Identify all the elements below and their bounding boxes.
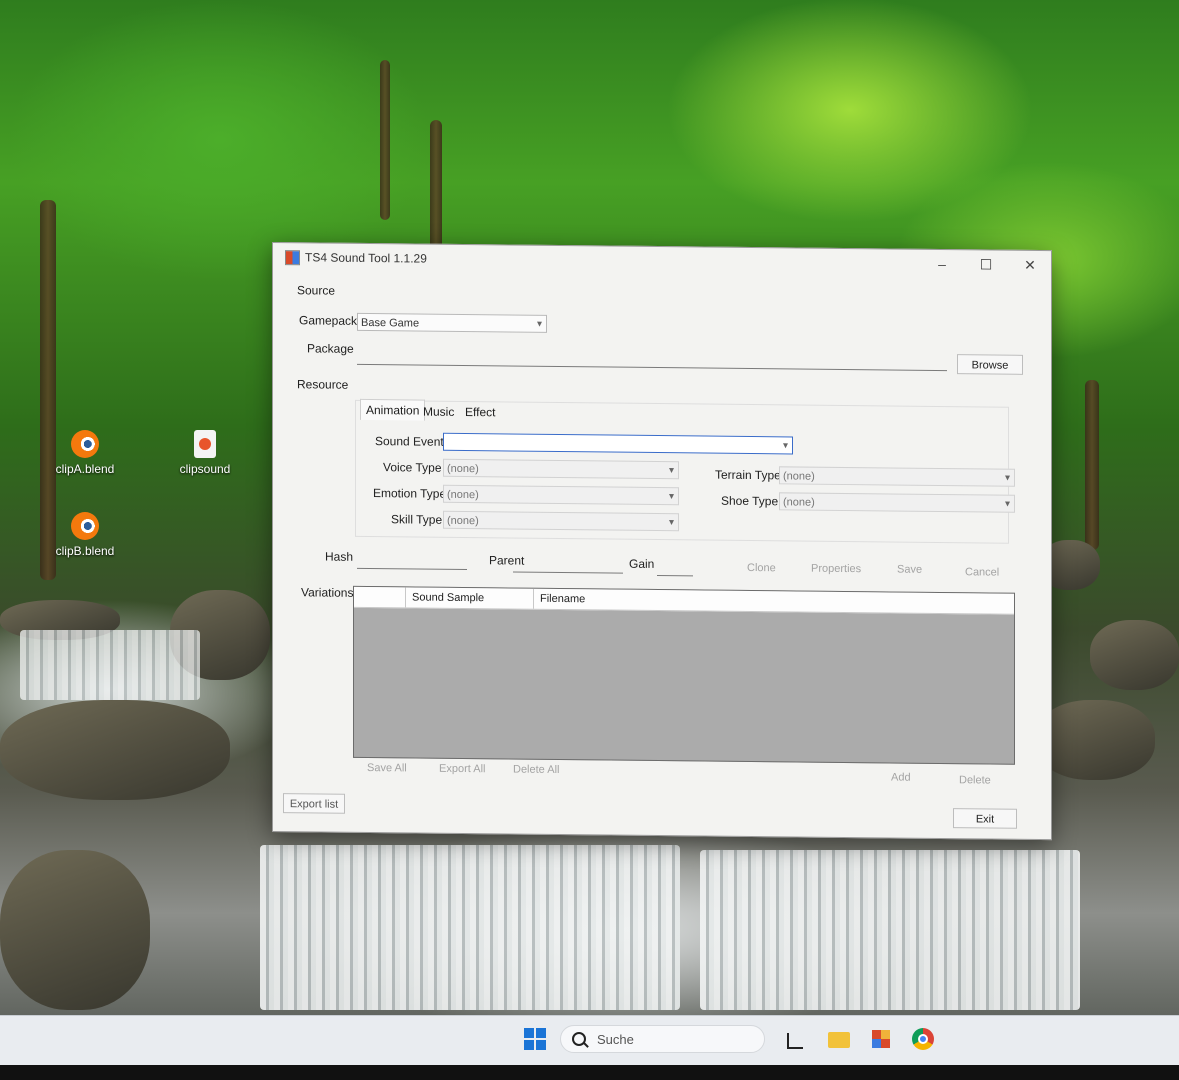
voice-type-label: Voice Type	[383, 460, 442, 475]
emotion-type-label: Emotion Type	[373, 486, 447, 501]
tree-trunk	[380, 60, 390, 220]
package-input[interactable]	[357, 347, 947, 372]
close-button[interactable]: ✕	[1017, 255, 1043, 275]
terrain-type-value: (none)	[783, 470, 815, 483]
exit-button[interactable]: Exit	[953, 808, 1017, 829]
maximize-button[interactable]: ☐	[973, 254, 999, 274]
variations-label: Variations	[301, 585, 354, 600]
monitor-bezel-bottom	[0, 1065, 1179, 1080]
clone-button[interactable]: Clone	[747, 562, 776, 574]
waterfall	[20, 630, 200, 700]
column-header-sound-sample[interactable]: Sound Sample	[406, 587, 534, 609]
emotion-type-select[interactable]: (none) ▾	[443, 484, 679, 506]
export-all-button[interactable]: Export All	[439, 763, 485, 775]
search-icon	[572, 1032, 586, 1046]
desktop-icon-clipa[interactable]: clipA.blend	[45, 430, 125, 476]
source-heading: Source	[297, 283, 336, 298]
properties-button[interactable]: Properties	[811, 563, 861, 576]
windows-start-icon[interactable]	[524, 1028, 546, 1050]
add-variation-button[interactable]: Add	[891, 771, 911, 783]
hash-label: Hash	[325, 549, 354, 564]
save-button[interactable]: Save	[897, 564, 922, 576]
ts4-sound-tool-icon[interactable]	[870, 1028, 892, 1050]
waterfall	[700, 850, 1080, 1010]
audio-file-icon	[194, 430, 216, 458]
delete-variation-button[interactable]: Delete	[959, 774, 991, 786]
column-header-select[interactable]	[354, 586, 406, 608]
desktop-icon-label: clipB.blend	[55, 544, 115, 558]
title-bar[interactable]: TS4 Sound Tool 1.1.29 – ☐ ✕	[273, 243, 1051, 279]
emotion-type-value: (none)	[447, 488, 479, 502]
tree-trunk	[430, 120, 442, 250]
chevron-down-icon: ▾	[1004, 498, 1010, 510]
blender-icon	[71, 430, 99, 458]
tab-music[interactable]: Music	[418, 402, 459, 422]
app-icon	[285, 250, 300, 266]
column-header-filename[interactable]: Filename	[534, 589, 1014, 614]
package-label: Package	[307, 341, 354, 356]
sound-event-label: Sound Event	[375, 434, 444, 449]
shoe-type-select[interactable]: (none) ▾	[779, 492, 1015, 513]
ts4-sound-tool-window: TS4 Sound Tool 1.1.29 – ☐ ✕ Source Gamep…	[272, 242, 1052, 841]
minimize-button[interactable]: –	[929, 254, 955, 274]
file-explorer-icon[interactable]	[828, 1028, 850, 1050]
export-list-button[interactable]: Export list	[283, 793, 345, 814]
desktop-icon-label: clipsound	[179, 462, 231, 476]
terrain-type-select[interactable]: (none) ▾	[779, 466, 1015, 487]
hash-input[interactable]	[357, 551, 467, 571]
desktop-icon-clipsound[interactable]: clipsound	[165, 430, 245, 476]
task-view-icon[interactable]	[784, 1028, 806, 1050]
skill-type-select[interactable]: (none) ▾	[443, 510, 679, 532]
rock	[1090, 620, 1179, 690]
tree-trunk	[1085, 380, 1099, 550]
voice-type-value: (none)	[447, 462, 479, 476]
desktop-icon-label: clipA.blend	[55, 462, 115, 476]
chrome-icon[interactable]	[912, 1028, 934, 1050]
chevron-down-icon: ▾	[1004, 472, 1010, 484]
rock	[0, 850, 150, 1010]
save-all-button[interactable]: Save All	[367, 762, 407, 774]
gamepack-value: Base Game	[361, 316, 420, 330]
delete-all-button[interactable]: Delete All	[513, 764, 559, 776]
rock	[0, 700, 230, 800]
desktop-icon-clipb[interactable]: clipB.blend	[45, 512, 125, 558]
taskbar: Suche	[0, 1015, 1179, 1066]
tab-effect[interactable]: Effect	[460, 402, 500, 422]
gain-label: Gain	[629, 556, 655, 572]
skill-type-label: Skill Type	[391, 512, 443, 527]
waterfall	[260, 845, 680, 1010]
resource-heading: Resource	[297, 377, 349, 392]
tab-animation[interactable]: Animation	[360, 398, 426, 421]
browse-button[interactable]: Browse	[957, 354, 1023, 375]
gamepack-label: Gamepack	[299, 313, 358, 328]
cancel-button[interactable]: Cancel	[965, 566, 999, 578]
chevron-down-icon: ▾	[668, 517, 674, 529]
terrain-type-label: Terrain Type	[715, 467, 781, 483]
variations-grid[interactable]: Sound Sample Filename	[353, 585, 1015, 765]
chevron-down-icon: ▾	[668, 491, 674, 503]
chevron-down-icon: ▾	[782, 440, 788, 452]
gamepack-select[interactable]: Base Game ▾	[357, 312, 547, 333]
taskbar-search[interactable]: Suche	[560, 1025, 765, 1053]
chevron-down-icon: ▾	[668, 465, 674, 477]
skill-type-value: (none)	[447, 514, 479, 528]
chevron-down-icon: ▾	[536, 318, 542, 330]
window-title: TS4 Sound Tool 1.1.29	[305, 250, 427, 266]
shoe-type-value: (none)	[783, 496, 815, 509]
shoe-type-label: Shoe Type	[721, 493, 779, 509]
parent-input[interactable]	[513, 555, 623, 574]
rock	[1035, 700, 1155, 780]
gain-input[interactable]	[657, 559, 693, 577]
variations-grid-header: Sound Sample Filename	[354, 586, 1014, 615]
blender-icon	[71, 512, 99, 540]
search-placeholder: Suche	[597, 1032, 634, 1047]
sound-event-select[interactable]: ▾	[443, 432, 793, 455]
voice-type-select[interactable]: (none) ▾	[443, 458, 679, 480]
